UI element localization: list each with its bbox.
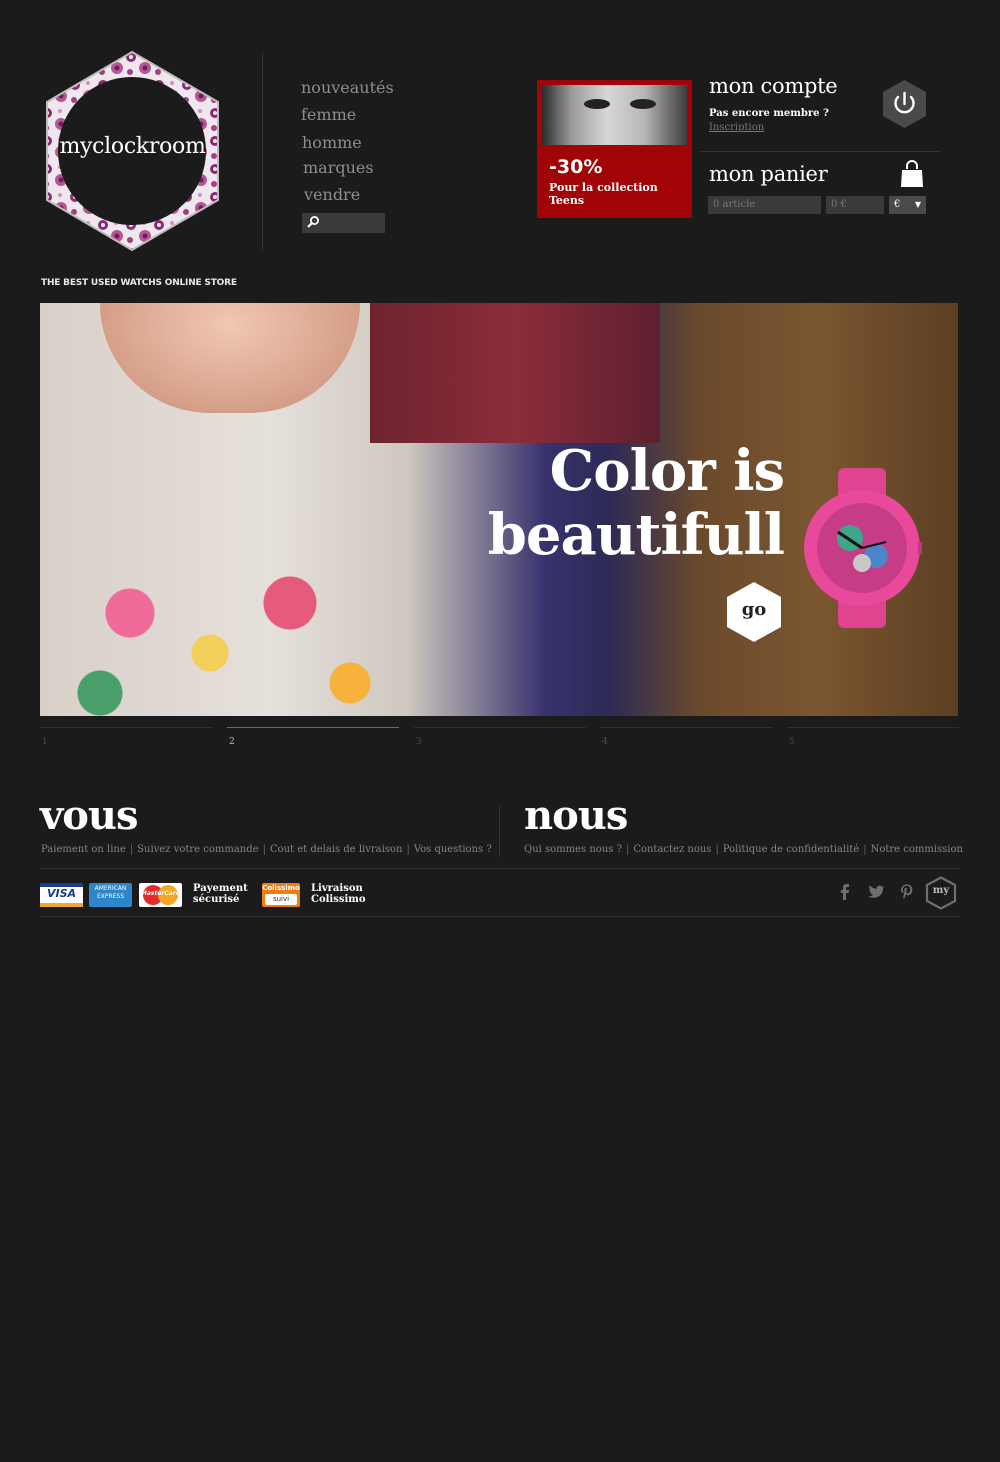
secure-payment-line-2: sécurisé bbox=[193, 894, 240, 905]
footer-link-questions[interactable]: Vos questions ? bbox=[414, 844, 492, 855]
slider-page-2[interactable]: 2 bbox=[227, 727, 399, 748]
currency-select[interactable]: € ▼ bbox=[889, 196, 926, 214]
slider-page-1[interactable]: 1 bbox=[40, 727, 212, 748]
nav-item-marques[interactable]: marques bbox=[303, 158, 374, 177]
vous-links: Paiement on line | Suivez votre commande | C… bbox=[41, 844, 492, 855]
nous-links: Qui sommes nous ? | Contactez nous | Politiq… bbox=[524, 844, 963, 855]
amex-card-label: AMERICAN EXPRESS bbox=[94, 885, 127, 900]
amex-card-icon: AMERICAN EXPRESS bbox=[89, 883, 132, 907]
vous-title: vous bbox=[40, 792, 139, 839]
footer-link-suivi-commande[interactable]: Suivez votre commande bbox=[137, 844, 258, 855]
delivery-label: Livraison Colissimo bbox=[311, 883, 366, 905]
footer-link-paiement[interactable]: Paiement on line bbox=[41, 844, 126, 855]
cart-total-field: 0 € bbox=[826, 196, 884, 214]
signup-link[interactable]: Inscription bbox=[709, 122, 764, 133]
footer-rule-bottom bbox=[40, 916, 960, 917]
delivery-line-1: Livraison bbox=[311, 883, 363, 894]
nav-item-nouveautes[interactable]: nouveautés bbox=[301, 78, 394, 97]
secure-payment-line-1: Payement bbox=[193, 883, 248, 894]
slider-page-number: 5 bbox=[789, 737, 795, 747]
currency-value: € bbox=[894, 199, 901, 210]
slider-page-number: 1 bbox=[42, 737, 48, 747]
nav-item-femme[interactable]: femme bbox=[301, 105, 356, 124]
footer-link-livraison[interactable]: Cout et delais de livraison bbox=[270, 844, 403, 855]
mastercard-label: MasterCard bbox=[140, 890, 181, 897]
logo-text: myclockroom bbox=[59, 134, 206, 159]
link-separator: | bbox=[625, 844, 630, 855]
promo-discount: -30% bbox=[549, 156, 603, 178]
slider-page-5[interactable]: 5 bbox=[787, 727, 959, 748]
footer-link-contact[interactable]: Contactez nous bbox=[633, 844, 711, 855]
slider-page-3[interactable]: 3 bbox=[414, 727, 586, 748]
hero-title-line-1: Color is bbox=[549, 438, 785, 504]
hero-photo-flowers bbox=[60, 543, 390, 716]
visa-card-icon: VISA bbox=[40, 883, 83, 907]
link-separator: | bbox=[262, 844, 266, 855]
watch-icon bbox=[804, 468, 922, 628]
hero-photo-face bbox=[100, 303, 360, 413]
visa-card-stripe bbox=[40, 903, 83, 907]
slider-page-number: 3 bbox=[416, 737, 422, 747]
promo-banner[interactable]: -30% Pour la collection Teens bbox=[537, 80, 692, 218]
footer-divider bbox=[499, 805, 500, 857]
footer-rule-top bbox=[40, 868, 960, 869]
nous-title: nous bbox=[524, 792, 628, 839]
colissimo-icon: Colissimo suivi bbox=[262, 883, 300, 907]
shopping-bag-icon[interactable] bbox=[900, 160, 924, 188]
hero-title-line-2: beautifull bbox=[487, 502, 785, 568]
promo-image-eye bbox=[584, 99, 610, 109]
site-tagline: THE BEST USED WATCHS ONLINE STORE bbox=[41, 278, 237, 288]
delivery-line-2: Colissimo bbox=[311, 894, 366, 905]
my-badge-label: my bbox=[932, 885, 950, 896]
colissimo-badge-top: Colissimo bbox=[262, 884, 300, 892]
site-logo[interactable]: myclockroom bbox=[40, 50, 225, 252]
hero-slider[interactable]: Color is beautifull go bbox=[40, 303, 958, 716]
hero-title: Color is beautifull bbox=[487, 438, 785, 568]
nav-item-homme[interactable]: homme bbox=[302, 133, 362, 152]
link-separator: | bbox=[715, 844, 719, 855]
slider-page-4[interactable]: 4 bbox=[600, 727, 772, 748]
promo-line-1: Pour la collection bbox=[549, 181, 658, 194]
link-separator: | bbox=[129, 844, 134, 855]
account-cart-divider bbox=[700, 151, 941, 152]
colissimo-badge-bottom: suivi bbox=[265, 894, 297, 905]
footer-link-commission[interactable]: Notre commission bbox=[871, 844, 963, 855]
promo-image-eye bbox=[630, 99, 656, 109]
secure-payment-label: Payement sécurisé bbox=[193, 883, 248, 905]
facebook-icon[interactable] bbox=[835, 882, 855, 902]
mastercard-icon: MasterCard bbox=[139, 883, 182, 907]
visa-card-label: VISA bbox=[46, 887, 77, 900]
not-member-text: Pas encore membre ? bbox=[709, 108, 829, 119]
cart-title[interactable]: mon panier bbox=[709, 162, 828, 186]
footer-link-confidentialite[interactable]: Politique de confidentialité bbox=[723, 844, 859, 855]
hero-photo-chair bbox=[370, 303, 660, 443]
twitter-icon[interactable] bbox=[866, 882, 886, 902]
header-divider bbox=[262, 52, 263, 250]
link-separator: | bbox=[406, 844, 410, 855]
link-separator: | bbox=[863, 844, 867, 855]
promo-text: Pour la collection Teens bbox=[549, 181, 658, 207]
pinterest-icon[interactable] bbox=[897, 882, 917, 902]
go-label: go bbox=[741, 599, 767, 620]
promo-line-2: Teens bbox=[549, 194, 585, 207]
power-icon[interactable] bbox=[881, 79, 928, 129]
promo-image bbox=[542, 85, 687, 145]
chevron-down-icon: ▼ bbox=[914, 200, 921, 209]
search-icon[interactable] bbox=[306, 215, 320, 229]
my-icon[interactable]: my bbox=[925, 876, 957, 910]
account-title[interactable]: mon compte bbox=[709, 74, 838, 98]
go-button[interactable]: go bbox=[726, 581, 782, 643]
nav-item-vendre[interactable]: vendre bbox=[304, 185, 360, 204]
cart-articles-field: 0 article bbox=[708, 196, 821, 214]
footer-link-qui-sommes-nous[interactable]: Qui sommes nous ? bbox=[524, 844, 622, 855]
slider-page-number: 4 bbox=[602, 737, 608, 747]
slider-page-number: 2 bbox=[229, 737, 235, 747]
